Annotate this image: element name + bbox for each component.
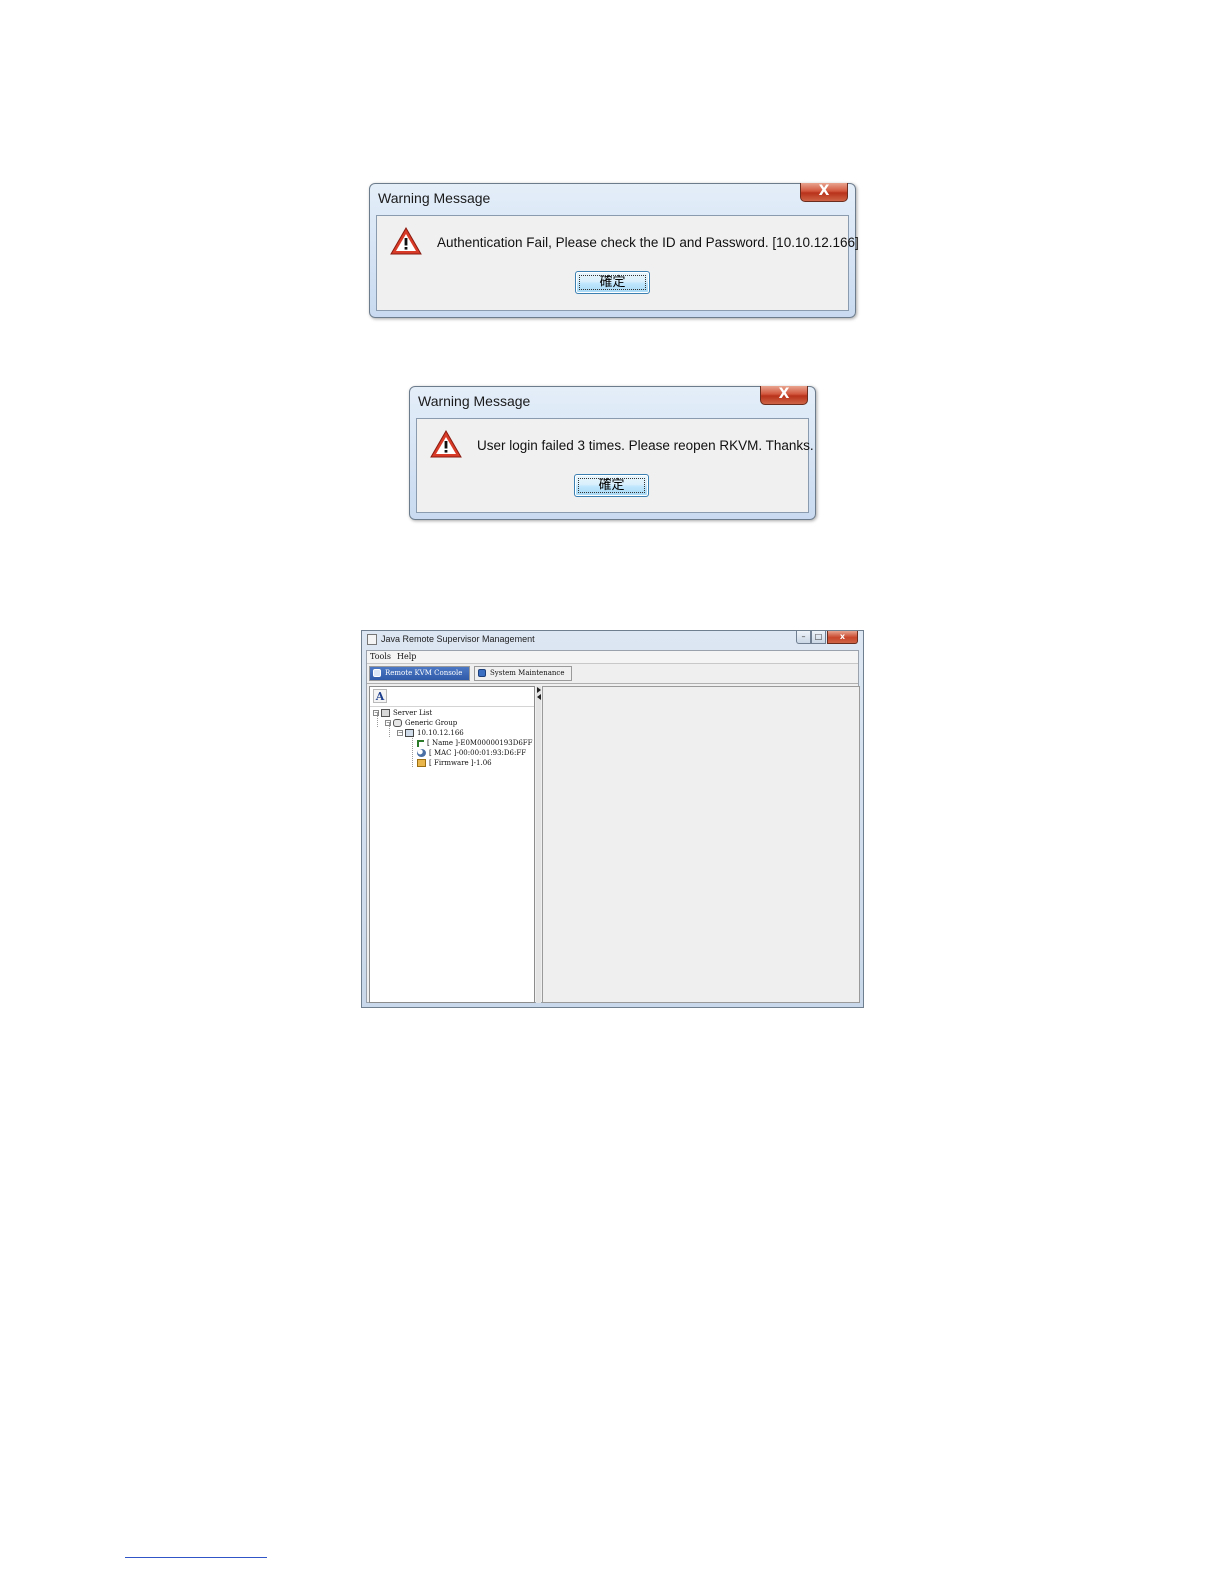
tree-node-host[interactable]: −10.10.12.166 <box>397 728 464 738</box>
java-app-icon <box>367 634 377 645</box>
server-tree-panel: A − Server List − Generic Group −10.10.12.… <box>369 686 535 1003</box>
close-button[interactable]: X <box>760 386 808 405</box>
auth-fail-dialog: Warning Message X Authentication Fail, P… <box>369 183 859 318</box>
collapse-icon[interactable]: − <box>385 720 391 726</box>
expand-arrow-icon[interactable] <box>537 687 541 693</box>
mac-icon <box>417 749 426 757</box>
dialog-message: Authentication Fail, Please check the ID… <box>437 235 859 250</box>
font-button[interactable]: A <box>373 689 387 703</box>
dialog-title: Warning Message <box>378 190 491 206</box>
dialog-title: Warning Message <box>418 393 531 409</box>
name-icon <box>417 739 424 747</box>
maximize-button[interactable]: □ <box>811 631 826 644</box>
window-content: Tools Help Remote KVM Console System Main… <box>366 650 860 1003</box>
dialog-body: User login failed 3 times. Please reopen… <box>416 418 814 513</box>
console-icon <box>373 669 381 677</box>
tab-system-maintenance[interactable]: System Maintenance <box>474 666 572 681</box>
close-button[interactable]: X <box>800 183 848 202</box>
menu-bar: Tools Help <box>367 651 858 664</box>
host-icon <box>405 729 414 737</box>
tab-remote-kvm-console[interactable]: Remote KVM Console <box>369 666 470 681</box>
collapse-icon[interactable]: − <box>373 710 379 716</box>
tree-node-server-list[interactable]: − Server List <box>373 708 432 718</box>
warning-icon <box>390 227 422 255</box>
tree-toolbar: A <box>370 687 534 707</box>
tab-label: Remote KVM Console <box>385 669 463 677</box>
dialog-body: Authentication Fail, Please check the ID… <box>376 215 859 311</box>
warning-icon <box>430 430 462 458</box>
menu-tools[interactable]: Tools <box>370 652 391 661</box>
collapse-icon[interactable]: − <box>397 730 403 736</box>
menu-help[interactable]: Help <box>397 652 416 661</box>
close-button[interactable]: x <box>827 631 858 644</box>
tab-label: System Maintenance <box>490 669 565 677</box>
maintenance-icon <box>478 669 486 677</box>
tab-bar: Remote KVM Console System Maintenance <box>367 664 858 684</box>
collapse-arrow-icon[interactable] <box>537 694 541 700</box>
login-failed-dialog: Warning Message X User login failed 3 ti… <box>409 386 816 520</box>
minimize-button[interactable]: – <box>796 631 811 644</box>
java-remote-supervisor-window: Java Remote Supervisor Management – □ x … <box>361 630 864 1008</box>
window-title: Java Remote Supervisor Management <box>381 634 535 644</box>
ok-button[interactable]: 確定 <box>574 474 649 497</box>
tree-node-mac[interactable]: [ MAC ]-00:00:01:93:D6:FF <box>417 748 526 758</box>
server-list-icon <box>381 709 390 717</box>
title-bar: Java Remote Supervisor Management – □ x <box>362 631 863 649</box>
group-icon <box>393 719 402 727</box>
tree-node-firmware[interactable]: [ Firmware ]-1.06 <box>417 758 492 768</box>
tree-node-generic-group[interactable]: − Generic Group <box>385 718 457 728</box>
ok-button[interactable]: 確定 <box>575 271 650 294</box>
tree-node-name[interactable]: [ Name ]-E0M00000193D6FF <box>417 738 533 748</box>
footnote-divider <box>125 1557 267 1558</box>
dialog-message: User login failed 3 times. Please reopen… <box>477 438 814 453</box>
firmware-icon <box>417 759 426 767</box>
console-content-panel <box>542 686 860 1003</box>
panel-splitter[interactable] <box>536 686 541 1003</box>
